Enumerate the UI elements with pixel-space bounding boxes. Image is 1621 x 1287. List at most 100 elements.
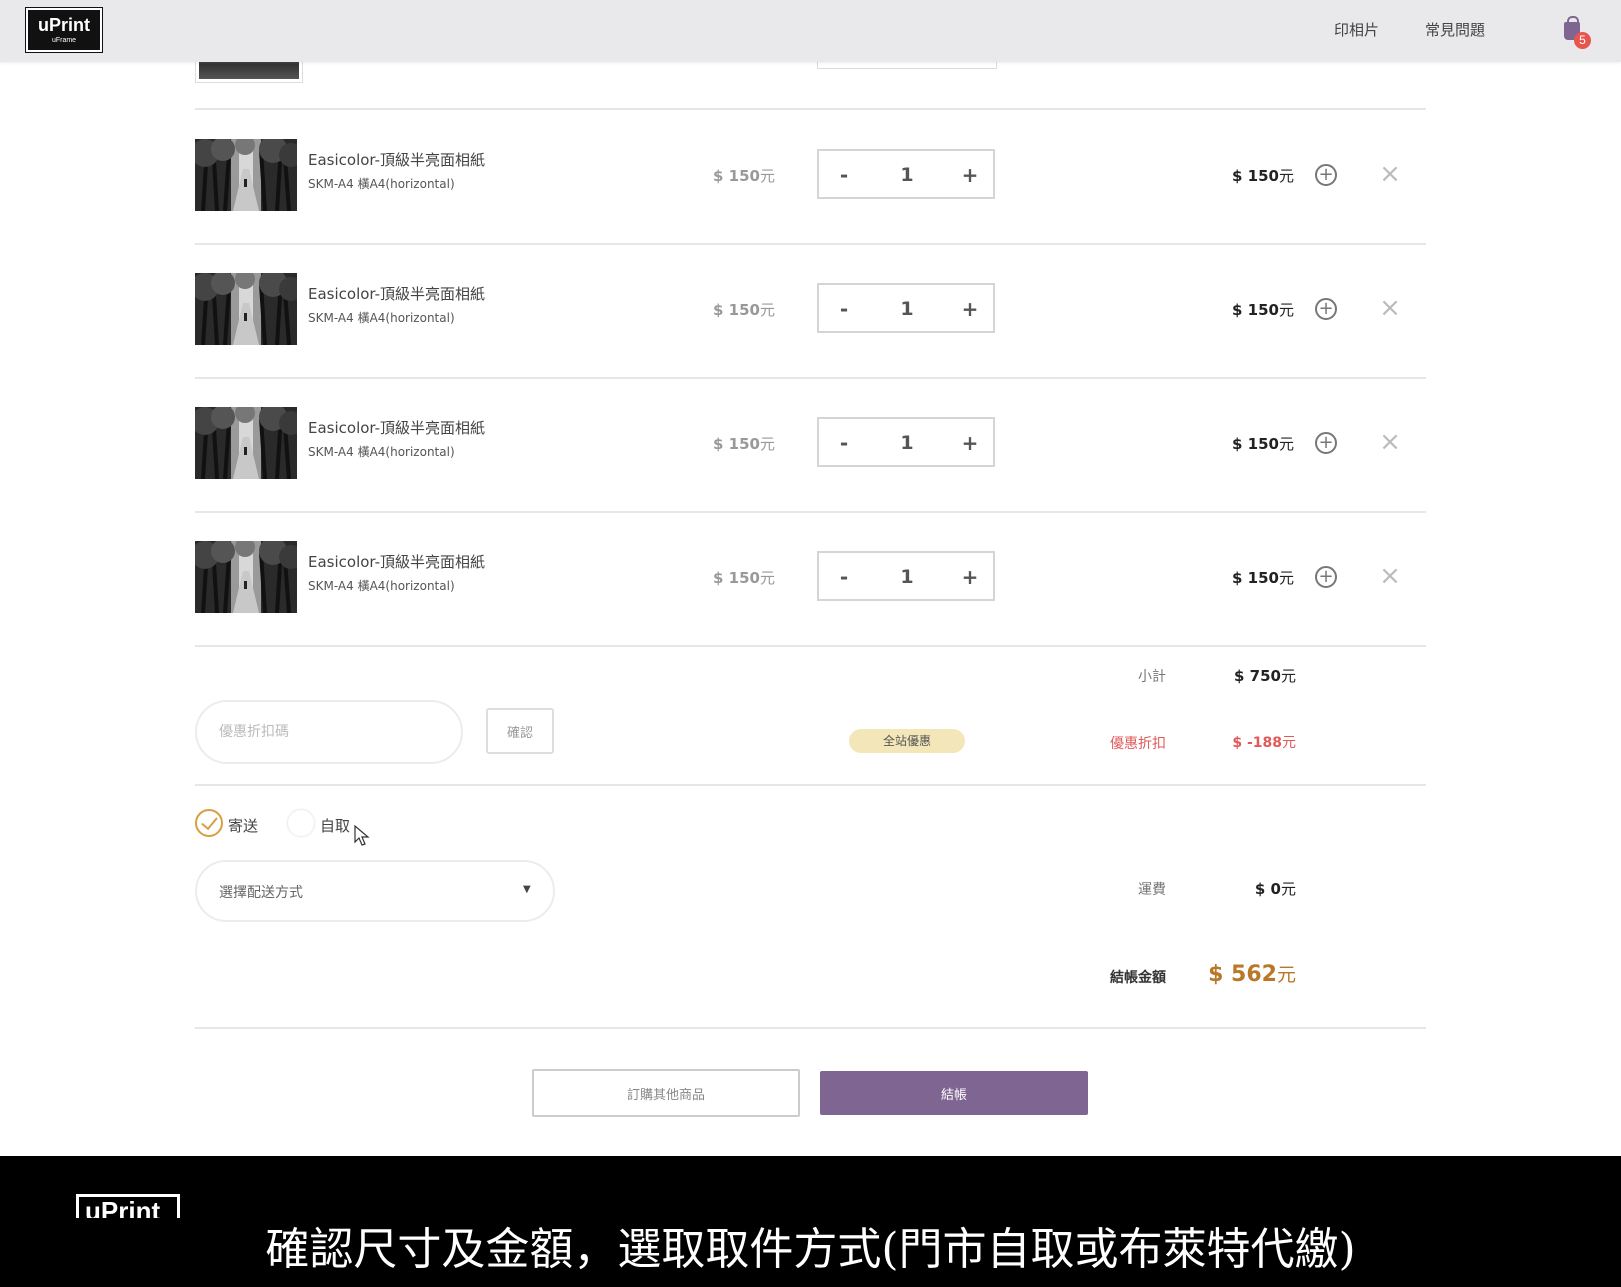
currency-unit: 元 [1282, 735, 1296, 751]
total-value: $ 562元 [1176, 960, 1296, 987]
unit-price: $ 150元 [713, 567, 775, 588]
cart-count-badge: 5 [1574, 32, 1591, 49]
line-total-amount: $ 150 [1232, 569, 1279, 587]
discount-amount: $ -188 [1232, 735, 1282, 751]
currency-unit: 元 [1276, 964, 1296, 986]
line-total-amount: $ 150 [1232, 435, 1279, 453]
close-icon[interactable]: × [1378, 429, 1402, 455]
nav-print-photos[interactable]: 印相片 [1334, 19, 1379, 40]
line-total: $ 150元 [1232, 433, 1294, 454]
section-divider [195, 784, 1426, 786]
decrease-quantity-button[interactable]: - [829, 162, 859, 188]
decrease-quantity-button[interactable]: - [829, 430, 859, 456]
continue-shopping-button[interactable]: 訂購其他商品 [532, 1069, 800, 1117]
uprint-logo[interactable]: uPrint uFrame [25, 7, 103, 53]
currency-unit: 元 [1280, 880, 1296, 898]
product-spec: SKM-A4 橫A4(horizontal) [308, 177, 455, 191]
add-circle-icon[interactable]: + [1315, 566, 1337, 588]
quantity-value[interactable]: 1 [879, 162, 935, 188]
close-icon[interactable]: × [1378, 563, 1402, 589]
line-total-amount: $ 150 [1232, 301, 1279, 319]
increase-quantity-button[interactable]: + [955, 430, 985, 456]
decrease-quantity-button[interactable]: - [829, 296, 859, 322]
quantity-value[interactable]: 1 [879, 564, 935, 590]
currency-unit: 元 [759, 569, 775, 587]
add-circle-icon[interactable]: + [1315, 432, 1337, 454]
caption-logo-text: uPrint [85, 1196, 161, 1218]
currency-unit: 元 [1280, 667, 1296, 685]
quantity-stepper: - 1 + [817, 283, 995, 333]
subtotal-label: 小計 [1138, 669, 1166, 685]
caption-text: 確認尺寸及金額，選取取件方式(門市自取或布萊特代繳) [265, 1224, 1356, 1275]
coupon-confirm-button[interactable]: 確認 [486, 708, 554, 754]
delivery-radio-pickup[interactable] [287, 809, 315, 837]
product-name[interactable]: Easicolor-頂級半亮面相紙 [308, 551, 485, 572]
close-icon[interactable]: × [1378, 161, 1402, 187]
delivery-option-pickup-label[interactable]: 自取 [320, 815, 350, 836]
unit-price: $ 150元 [713, 433, 775, 454]
caption-logo: uPrint [76, 1194, 180, 1218]
product-name[interactable]: Easicolor-頂級半亮面相紙 [308, 283, 485, 304]
add-circle-icon[interactable]: + [1315, 164, 1337, 186]
currency-unit: 元 [759, 435, 775, 453]
row-divider [195, 108, 1426, 110]
add-circle-icon[interactable]: + [1315, 298, 1337, 320]
product-name[interactable]: Easicolor-頂級半亮面相紙 [308, 149, 485, 170]
product-spec: SKM-A4 橫A4(horizontal) [308, 579, 455, 593]
quantity-value[interactable]: 1 [879, 430, 935, 456]
cart-item-row: Easicolor-頂級半亮面相紙 SKM-A4 橫A4(horizontal)… [195, 111, 1426, 243]
delivery-radio-ship[interactable] [195, 809, 223, 837]
quantity-value[interactable]: 1 [879, 296, 935, 322]
unit-price: $ 150元 [713, 165, 775, 186]
product-name[interactable]: Easicolor-頂級半亮面相紙 [308, 417, 485, 438]
delivery-option-ship-label[interactable]: 寄送 [228, 815, 258, 836]
quantity-stepper: - 1 + [817, 149, 995, 199]
shipping-fee-label: 運費 [1138, 882, 1166, 898]
chevron-down-icon: ▼ [523, 884, 531, 895]
promo-badge: 全站優惠 [849, 729, 965, 753]
increase-quantity-button[interactable]: + [955, 296, 985, 322]
currency-unit: 元 [759, 167, 775, 185]
subtotal-amount: $ 750 [1234, 667, 1281, 685]
logo-text: uPrint [38, 15, 90, 35]
shipping-select-text: 選擇配送方式 [219, 885, 303, 901]
video-caption-band: uPrint 確認尺寸及金額，選取取件方式(門市自取或布萊特代繳) [0, 1156, 1621, 1287]
unit-price-amount: $ 150 [713, 301, 760, 319]
shipping-fee-value: $ 0元 [1176, 878, 1296, 899]
shipping-method-select[interactable]: 選擇配送方式 ▼ [195, 860, 555, 922]
product-thumbnail [195, 407, 297, 479]
coupon-code-input[interactable] [195, 700, 463, 764]
subtotal-value: $ 750元 [1176, 665, 1296, 686]
increase-quantity-button[interactable]: + [955, 564, 985, 590]
increase-quantity-button[interactable]: + [955, 162, 985, 188]
unit-price: $ 150元 [713, 299, 775, 320]
cart-item-row: Easicolor-頂級半亮面相紙 SKM-A4 橫A4(horizontal)… [195, 513, 1426, 645]
unit-price-amount: $ 150 [713, 569, 760, 587]
quantity-stepper: - 1 + [817, 551, 995, 601]
line-total-amount: $ 150 [1232, 167, 1279, 185]
product-spec: SKM-A4 橫A4(horizontal) [308, 311, 455, 325]
top-header: uPrint uFrame 印相片 常見問題 5 [0, 0, 1621, 62]
close-icon[interactable]: × [1378, 295, 1402, 321]
currency-unit: 元 [1278, 167, 1294, 185]
logo-subtext: uFrame [51, 37, 77, 44]
quantity-stepper: - 1 + [817, 417, 995, 467]
shipping-fee-amount: $ 0 [1254, 880, 1281, 898]
cart-item-row: Easicolor-頂級半亮面相紙 SKM-A4 橫A4(horizontal)… [195, 245, 1426, 377]
unit-price-amount: $ 150 [713, 167, 760, 185]
checkout-button[interactable]: 結帳 [820, 1071, 1088, 1115]
line-total: $ 150元 [1232, 567, 1294, 588]
product-thumbnail [195, 273, 297, 345]
section-divider [195, 1027, 1426, 1029]
line-total: $ 150元 [1232, 165, 1294, 186]
nav-faq[interactable]: 常見問題 [1425, 19, 1485, 40]
currency-unit: 元 [1278, 569, 1294, 587]
discount-value: $ -188元 [1176, 732, 1296, 752]
row-divider [195, 645, 1426, 647]
discount-label: 優惠折扣 [1110, 736, 1166, 752]
mouse-cursor-icon [354, 825, 370, 846]
product-thumbnail [195, 139, 297, 211]
product-spec: SKM-A4 橫A4(horizontal) [308, 445, 455, 459]
cart-button[interactable]: 5 [1562, 16, 1591, 49]
decrease-quantity-button[interactable]: - [829, 564, 859, 590]
